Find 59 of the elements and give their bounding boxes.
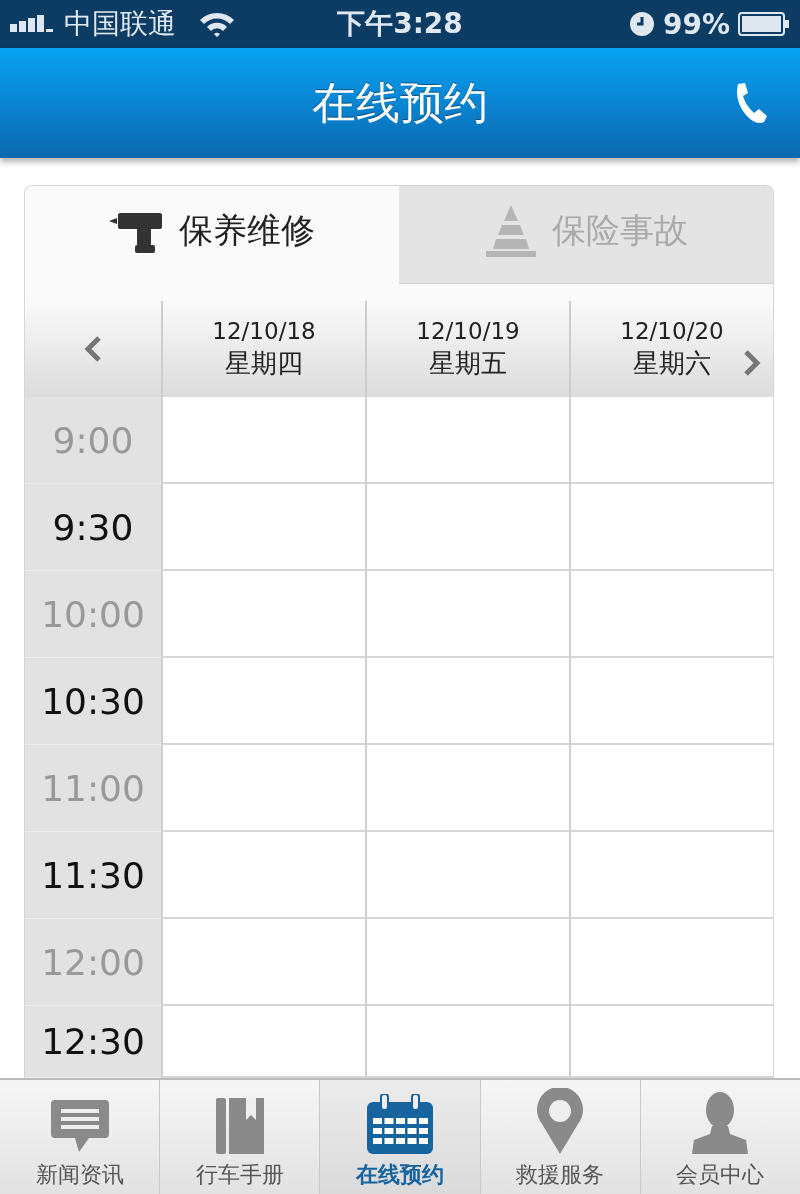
slot-cell[interactable]: [365, 1006, 569, 1078]
tab-bar-item[interactable]: 新闻资讯: [0, 1080, 160, 1194]
calendar-icon: [367, 1094, 433, 1154]
status-time: 下午3:28: [337, 6, 463, 42]
slot-cell[interactable]: [569, 658, 773, 745]
tab-bar-item[interactable]: 在线预约: [319, 1080, 480, 1194]
slot-cell[interactable]: [569, 919, 773, 1006]
time-label: 9:00: [52, 419, 134, 461]
time-label: 10:00: [41, 593, 145, 635]
slot-cell[interactable]: [569, 571, 773, 658]
slot-cell[interactable]: [161, 745, 365, 832]
time-label: 9:30: [52, 506, 134, 548]
slot-cell[interactable]: [569, 484, 773, 571]
slot-cell[interactable]: [161, 919, 365, 1006]
slot-cell[interactable]: [161, 571, 365, 658]
traffic-cone-icon: [484, 204, 538, 257]
slot-cell[interactable]: [365, 484, 569, 571]
slot-cell[interactable]: [365, 571, 569, 658]
slot-cell[interactable]: [365, 919, 569, 1006]
carrier-name: 中国联通: [64, 6, 176, 42]
time-label: 11:30: [41, 854, 145, 896]
slot-cell[interactable]: [365, 658, 569, 745]
day-weekday: 星期六: [633, 346, 711, 380]
time-label: 11:00: [41, 767, 145, 809]
day-weekday: 星期四: [225, 346, 303, 380]
wifi-icon: [198, 10, 236, 38]
slot-cell[interactable]: [161, 484, 365, 571]
map-pin-icon: [536, 1088, 585, 1154]
person-icon: [692, 1092, 749, 1154]
signal-icon: [10, 14, 56, 34]
slot-cell[interactable]: [161, 397, 365, 484]
next-button[interactable]: [741, 349, 763, 377]
day-date: 12/10/18: [212, 317, 316, 344]
tab-bar-item[interactable]: 会员中心: [639, 1080, 800, 1194]
day-weekday: 星期五: [429, 346, 507, 380]
slot-cell[interactable]: [365, 832, 569, 919]
day-date: 12/10/19: [416, 317, 520, 344]
slot-cell[interactable]: [161, 832, 365, 919]
page-title: 在线预约: [312, 75, 488, 130]
time-label: 12:00: [41, 941, 145, 983]
slot-cell[interactable]: [569, 397, 773, 484]
battery-percent: 99%: [662, 7, 730, 41]
time-label: 12:30: [41, 1021, 145, 1062]
slot-cell[interactable]: [569, 745, 773, 832]
slot-cell[interactable]: [569, 1006, 773, 1078]
book-icon: [215, 1098, 264, 1154]
clock-icon: [628, 11, 655, 37]
slot-cell[interactable]: [161, 658, 365, 745]
slot-cell[interactable]: [161, 1006, 365, 1078]
slot-cell[interactable]: [365, 397, 569, 484]
tab-bar-item[interactable]: 行车手册: [159, 1080, 320, 1194]
chat-icon: [48, 1098, 111, 1154]
day-date: 12/10/20: [620, 317, 724, 344]
previous-button[interactable]: [82, 335, 104, 363]
battery-icon: [738, 12, 790, 36]
time-label: 10:30: [41, 680, 145, 722]
slot-cell[interactable]: [365, 745, 569, 832]
slot-cell[interactable]: [569, 832, 773, 919]
tab-bar-item[interactable]: 救援服务: [479, 1080, 640, 1194]
